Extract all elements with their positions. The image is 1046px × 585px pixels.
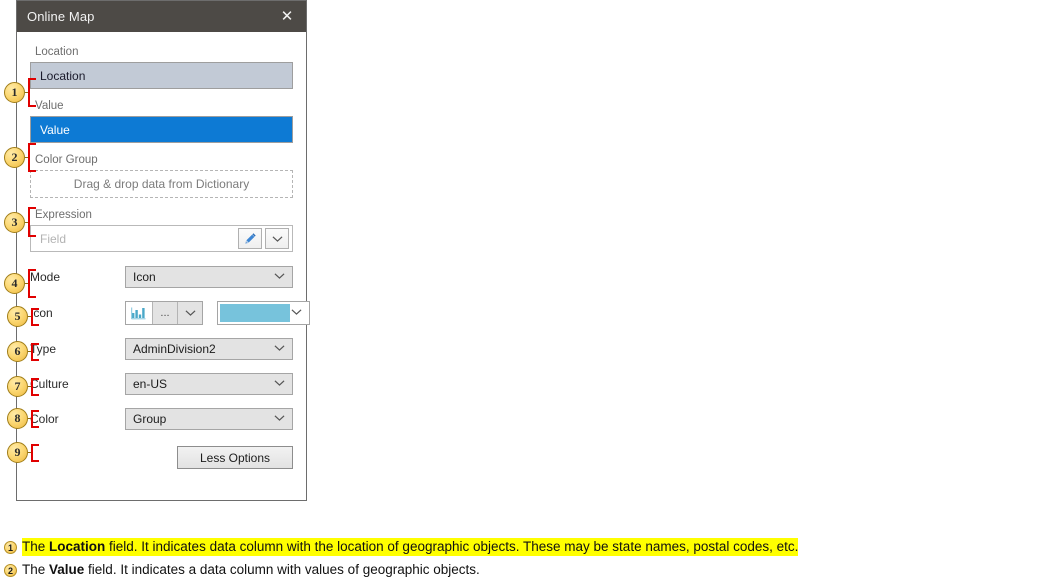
- icon-controls: ...: [125, 301, 310, 325]
- color-select-value: Group: [133, 412, 167, 426]
- bar-chart-icon[interactable]: [126, 302, 152, 324]
- dialog-titlebar: Online Map ✕: [17, 1, 306, 32]
- expression-field-wrap: Field: [30, 225, 293, 252]
- color-select[interactable]: Group: [125, 408, 293, 430]
- icon-row: Icon ...: [30, 301, 310, 325]
- caption-2-pre: The: [22, 562, 50, 578]
- type-select-value: AdminDivision2: [133, 342, 216, 356]
- type-row: Type AdminDivision2: [30, 338, 293, 360]
- icon-label: Icon: [30, 306, 53, 320]
- icon-color-select[interactable]: [217, 301, 310, 325]
- expression-label: Expression: [35, 209, 92, 221]
- icon-picker-group: ...: [125, 301, 203, 325]
- color-group-label: Color Group: [35, 154, 98, 166]
- less-options-button[interactable]: Less Options: [177, 446, 293, 469]
- value-field[interactable]: Value: [30, 116, 293, 143]
- caption-2-post: field. It indicates a data column with v…: [84, 562, 480, 578]
- chevron-down-icon: [274, 413, 285, 425]
- location-field[interactable]: Location: [30, 62, 293, 89]
- expression-dropdown-chevron-down-icon[interactable]: [265, 228, 289, 249]
- culture-select[interactable]: en-US: [125, 373, 293, 395]
- online-map-dialog: Online Map ✕ Location Location Value Val…: [16, 0, 310, 501]
- expression-input[interactable]: Field: [31, 232, 238, 246]
- caption-text-1: The Location field. It indicates data co…: [22, 538, 799, 557]
- chevron-down-icon: [274, 271, 285, 283]
- caption-number-2: 2: [4, 564, 17, 578]
- edit-pencil-icon[interactable]: [238, 228, 262, 249]
- caption-item-2: 2 The Value field. It indicates a data c…: [0, 561, 1046, 579]
- icon-browse-button[interactable]: ...: [152, 302, 177, 324]
- icon-dropdown-chevron-down-icon[interactable]: [177, 302, 202, 324]
- culture-select-value: en-US: [133, 377, 168, 391]
- dialog-body: Location Location Value Value Color Grou…: [17, 32, 310, 500]
- caption-1-post: field. It indicates data column with the…: [105, 539, 799, 554]
- caption-2-bold: Value: [49, 562, 85, 578]
- caption-item-1: 1 The Location field. It indicates data …: [0, 538, 1046, 557]
- caption-number-1: 1: [4, 541, 17, 554]
- color-group-dropzone[interactable]: Drag & drop data from Dictionary: [30, 170, 293, 198]
- caption-1-pre: The: [22, 539, 50, 554]
- mode-label: Mode: [30, 270, 61, 284]
- dialog-title: Online Map: [27, 9, 95, 24]
- type-label: Type: [30, 342, 57, 356]
- dialog-button-row: Less Options: [30, 446, 293, 469]
- caption-list: 1 The Location field. It indicates data …: [0, 538, 1046, 584]
- culture-row: Culture en-US: [30, 373, 293, 395]
- caption-text-2: The Value field. It indicates a data col…: [22, 561, 480, 579]
- color-swatch: [220, 304, 290, 322]
- mode-select-value: Icon: [133, 270, 156, 284]
- caption-1-bold: Location: [49, 539, 106, 554]
- chevron-down-icon: [274, 343, 285, 355]
- value-label: Value: [35, 100, 64, 112]
- chevron-down-icon: [291, 307, 302, 319]
- color-label: Color: [30, 412, 59, 426]
- color-row: Color Group: [30, 408, 293, 430]
- chevron-down-icon: [274, 378, 285, 390]
- mode-select[interactable]: Icon: [125, 266, 293, 288]
- mode-row: Mode Icon: [30, 266, 293, 288]
- location-label: Location: [35, 46, 79, 58]
- close-icon[interactable]: ✕: [268, 1, 306, 32]
- culture-label: Culture: [30, 377, 69, 391]
- type-select[interactable]: AdminDivision2: [125, 338, 293, 360]
